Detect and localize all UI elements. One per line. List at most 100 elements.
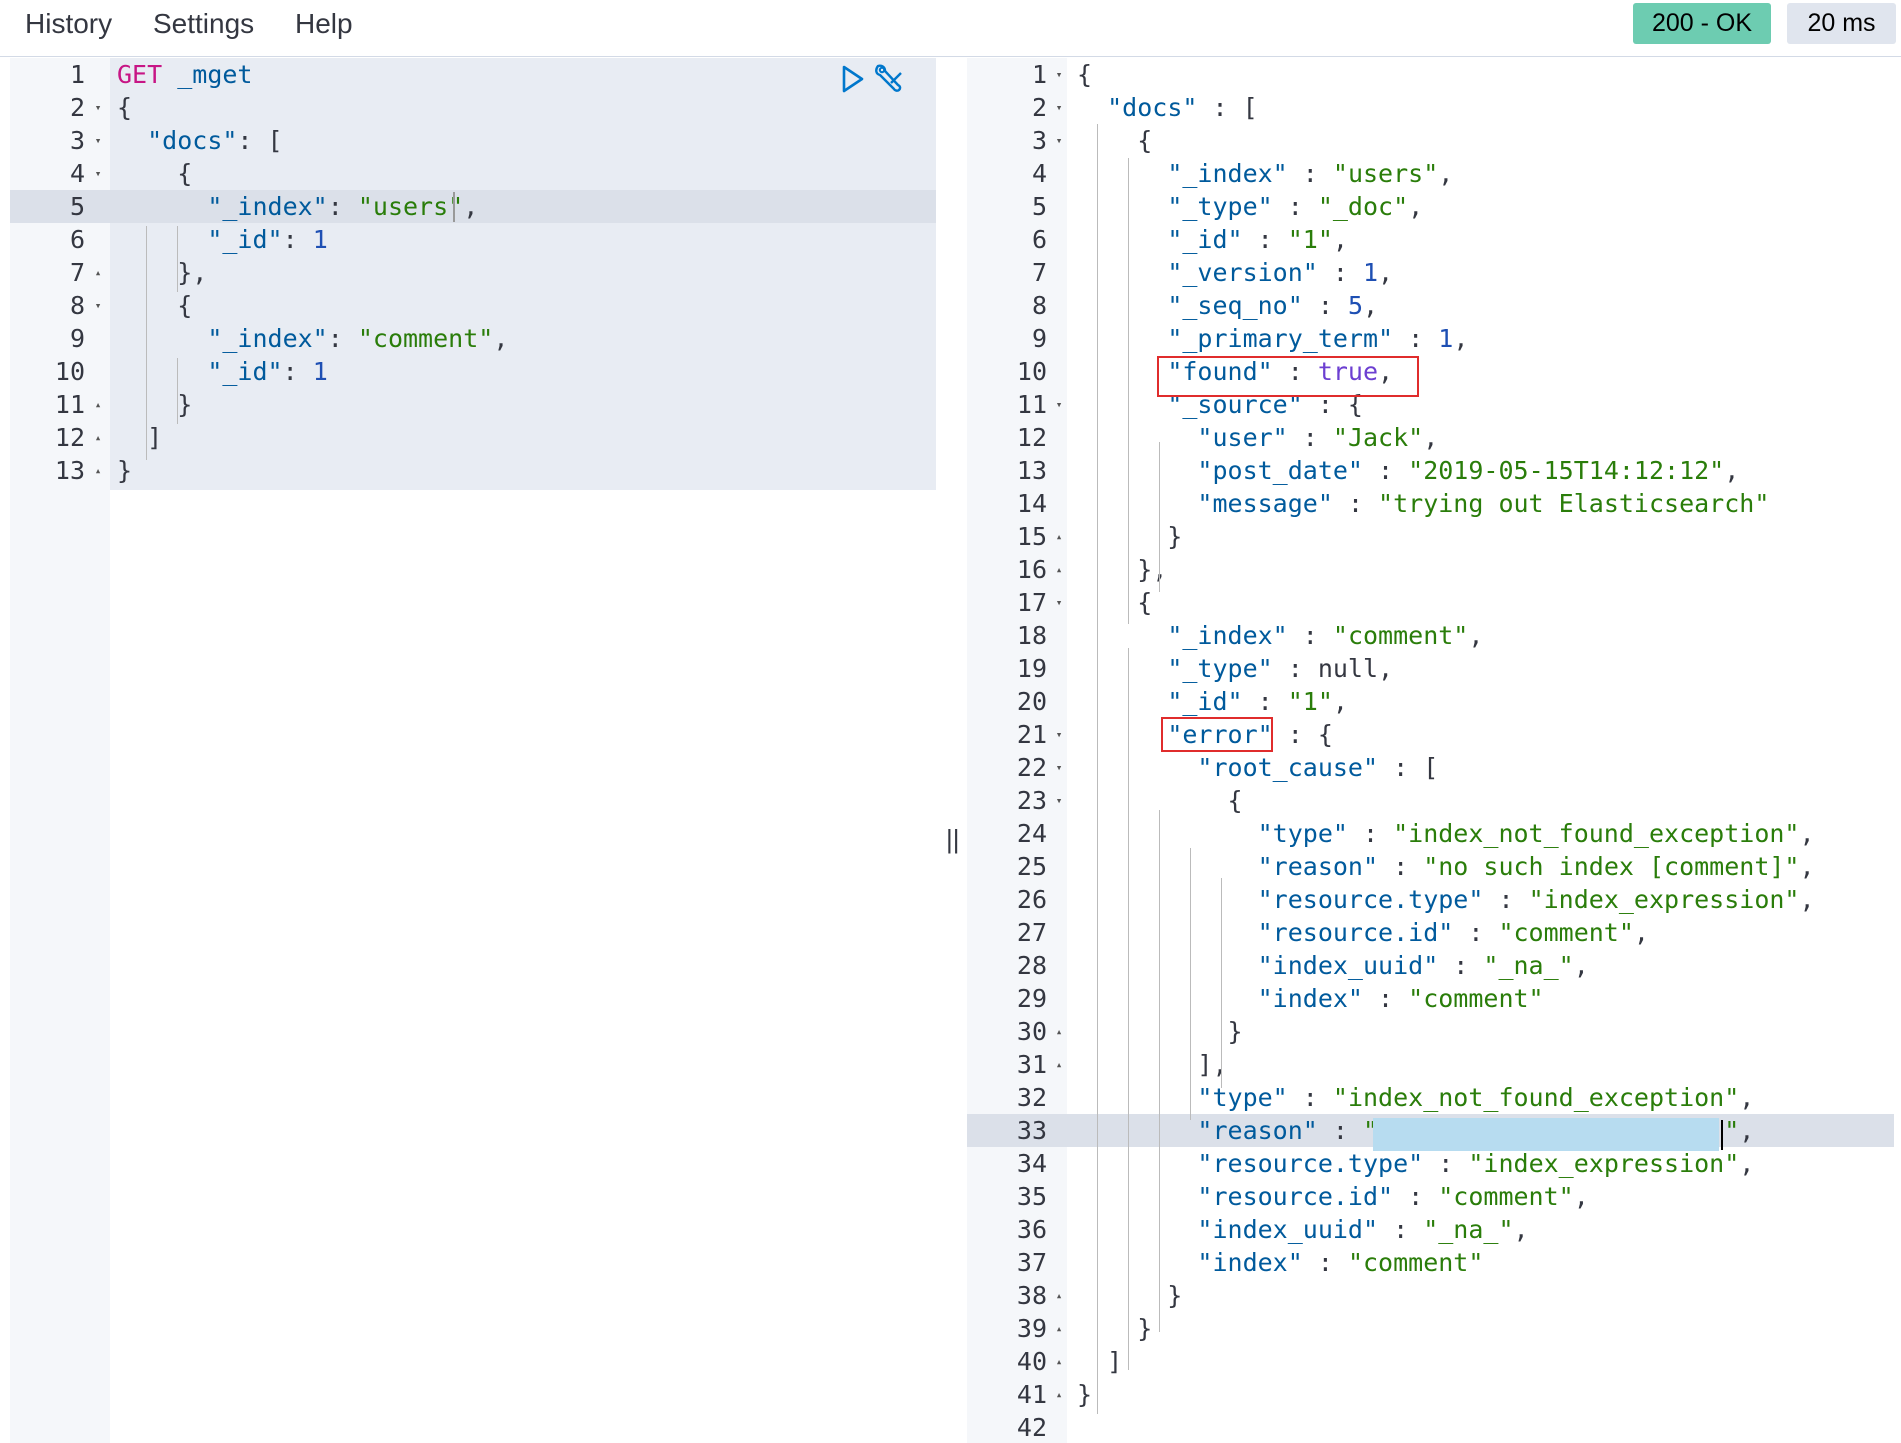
fold-collapse-icon[interactable]: ▾ [1051,586,1067,619]
code-text: "_primary_term" : 1, [1077,322,1468,355]
line-number: 36 [1016,1215,1047,1244]
code-token-plain: : [1302,291,1348,320]
fold-collapse-icon[interactable]: ▾ [1051,58,1067,91]
code-text: "user" : "Jack", [1077,421,1438,454]
fold-expand-icon[interactable]: ▴ [1051,1378,1067,1411]
line-number: 3 [69,126,85,155]
code-line: 1 ▾ { [967,58,1894,91]
code-token-string: "comment" [1498,918,1634,947]
code-text: "root_cause" : [ [1077,751,1438,784]
code-line: 4 ▾ { [10,157,936,190]
code-token-plain: : [1363,456,1409,485]
code-line: 40 ▴ ] [967,1345,1894,1378]
code-line: 27 "resource.id" : "comment", [967,916,1894,949]
fold-collapse-icon[interactable]: ▾ [90,91,106,124]
text-cursor [1721,1120,1723,1150]
line-number: 39 [1016,1314,1047,1343]
fold-collapse-icon[interactable]: ▾ [90,124,106,157]
fold-collapse-icon[interactable]: ▾ [1051,91,1067,124]
code-token-plain: : null, [1272,654,1394,683]
line-number: 31 [1016,1050,1047,1079]
code-token-string: "2019-05-15T14:12:12" [1408,456,1725,485]
code-token-number: 5 [1347,291,1363,320]
code-text: "reason" : "no such index [comment]", [1077,850,1815,883]
code-token-plain: , [1363,291,1379,320]
fold-expand-icon[interactable]: ▴ [1051,1279,1067,1312]
code-line: 10 "found" : true, [967,355,1894,388]
line-number: 6 [69,225,85,254]
line-number: 41 [1016,1380,1047,1409]
line-number: 17 [1016,588,1047,617]
fold-expand-icon[interactable]: ▴ [1051,553,1067,586]
request-editor[interactable]: 1 GET _mget 2 ▾{3 ▾ "docs": [4 ▾ {5 "_index":… [10,58,936,1443]
code-text: "_seq_no" : 5, [1077,289,1378,322]
fold-expand-icon[interactable]: ▴ [1051,1048,1067,1081]
code-token-plain: : [ [1197,93,1258,122]
code-token-key: "_version" [1167,258,1318,287]
fold-expand-icon[interactable]: ▴ [1051,1312,1067,1345]
fold-collapse-icon[interactable]: ▾ [1051,784,1067,817]
fold-expand-icon[interactable]: ▴ [1051,520,1067,553]
code-token-key: "_index" [207,192,328,221]
wrench-icon[interactable] [872,62,906,96]
line-number: 20 [1016,687,1047,716]
code-text: "_index" : "comment", [1077,619,1483,652]
settings-menu[interactable]: Settings [153,6,254,42]
fold-collapse-icon[interactable]: ▾ [1051,718,1067,751]
code-token-key: _mget [177,60,253,89]
play-icon[interactable] [840,64,866,94]
fold-expand-icon[interactable]: ▴ [90,388,106,421]
code-line: 18 "_index" : "comment", [967,619,1894,652]
code-token-plain: , [1799,885,1815,914]
fold-expand-icon[interactable]: ▴ [90,256,106,289]
line-number: 35 [1016,1182,1047,1211]
code-token-key: "index_uuid" [1197,1215,1379,1244]
fold-collapse-icon[interactable]: ▾ [90,289,106,322]
fold-collapse-icon[interactable]: ▾ [1051,388,1067,421]
code-line: 22 ▾ "root_cause" : [ [967,751,1894,784]
code-line: 3 ▾ "docs": [ [10,124,936,157]
code-text: "index_uuid" : "_na_", [1077,1213,1528,1246]
code-token-plain: { [117,93,133,122]
code-token-string: "index_expression" [1528,885,1800,914]
history-menu[interactable]: History [25,6,112,42]
fold-expand-icon[interactable]: ▴ [90,421,106,454]
code-token-plain: } [1077,1380,1093,1409]
code-token-plain: : [1347,819,1394,848]
code-token-plain: , [1453,324,1469,353]
fold-expand-icon[interactable]: ▴ [1051,1345,1067,1378]
code-token-key: "_index" [207,324,328,353]
help-menu[interactable]: Help [295,6,353,42]
code-token-keyword: GET [117,60,163,89]
code-line: 20 "_id" : "1", [967,685,1894,718]
pane-resize-handle[interactable]: || [946,826,960,852]
fold-collapse-icon[interactable]: ▾ [90,157,106,190]
fold-expand-icon[interactable]: ▴ [1051,1015,1067,1048]
line-number: 15 [1016,522,1047,551]
code-token-key: "reason" [1197,1116,1318,1145]
line-number: 1 [69,60,85,89]
code-token-key: "_id" [207,225,283,254]
code-line: 12 ▴ ] [10,421,936,454]
code-token-key: "_seq_no" [1167,291,1303,320]
code-token-plain: , [1739,1083,1755,1112]
fold-collapse-icon[interactable]: ▾ [1051,751,1067,784]
line-number: 24 [1016,819,1047,848]
fold-collapse-icon[interactable]: ▾ [1051,124,1067,157]
code-line: 8 "_seq_no" : 5, [967,289,1894,322]
code-token-plain: : [1287,159,1333,188]
code-token-number: 1 [1362,258,1379,287]
code-line: 2 ▾ { [10,91,936,124]
line-number: 14 [1016,489,1047,518]
code-token-plain: { [117,159,193,188]
fold-expand-icon[interactable]: ▴ [90,454,106,487]
code-text: "_id" : "1", [1077,685,1348,718]
line-number: 26 [1016,885,1047,914]
code-text: "type" : "index_not_found_exception", [1077,817,1815,850]
